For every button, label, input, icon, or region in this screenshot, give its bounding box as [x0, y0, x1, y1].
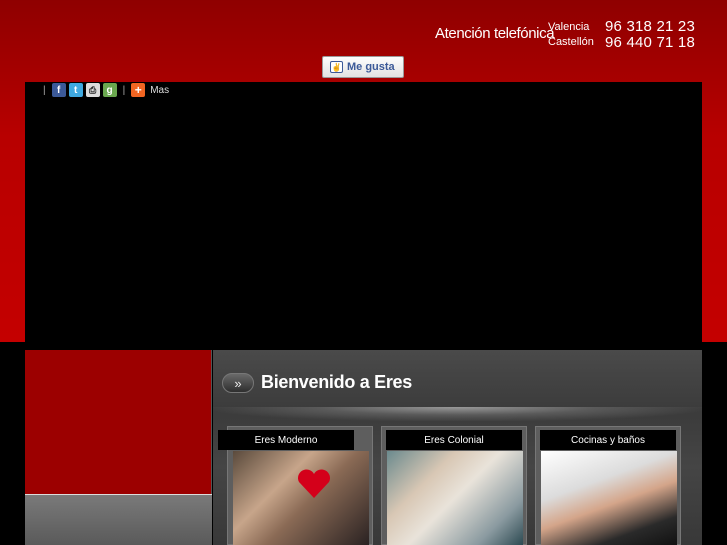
print-icon[interactable]: ⎙ — [85, 83, 100, 97]
separator: | — [43, 84, 46, 96]
facebook-icon[interactable]: f — [51, 83, 66, 97]
card-label-moderno[interactable]: Eres Moderno — [218, 430, 354, 450]
page-margin-right — [702, 342, 727, 545]
separator: | — [122, 84, 126, 96]
facebook-like-button[interactable]: ✌ Me gusta — [322, 56, 404, 78]
share-toolbar: | f t ⎙ g | + Mas — [40, 82, 169, 98]
sidebar-gray-panel — [25, 494, 212, 545]
welcome-divider — [213, 407, 702, 421]
phone-number-valencia: 96 318 21 23 — [605, 18, 695, 35]
page-title: Bienvenido a Eres — [261, 372, 412, 392]
phone-number-castellon: 96 440 71 18 — [605, 34, 695, 51]
plus-icon[interactable]: + — [131, 83, 146, 97]
card-image-colonial[interactable] — [387, 451, 523, 545]
more-share-link[interactable]: Mas — [150, 85, 169, 96]
phone-label: Atención telefónica — [435, 25, 555, 42]
city-castellon: Castellón — [548, 36, 594, 48]
heart-lollipop-icon — [298, 469, 330, 498]
like-label: Me gusta — [347, 61, 395, 73]
card-label-cocinas[interactable]: Cocinas y baños — [540, 430, 676, 450]
double-arrow-icon: » — [222, 373, 254, 393]
city-valencia: Valencia — [548, 21, 590, 33]
twitter-icon[interactable]: t — [68, 83, 83, 97]
phone-contact: Atención telefónica Valencia Castellón 9… — [433, 18, 703, 54]
card-label-colonial[interactable]: Eres Colonial — [386, 430, 522, 450]
page-margin-left — [0, 342, 25, 545]
card-image-cocinas[interactable] — [541, 451, 677, 545]
google-bookmark-icon[interactable]: g — [102, 83, 117, 97]
main-banner — [25, 82, 702, 350]
sidebar-red-panel — [25, 350, 212, 494]
thumbs-up-icon: ✌ — [330, 61, 343, 73]
